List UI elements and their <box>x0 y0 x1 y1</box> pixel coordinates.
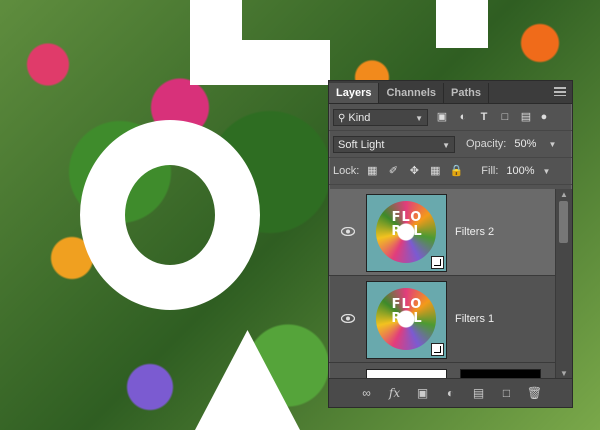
adjustment-icon[interactable]: ◐ <box>442 384 460 402</box>
image-filter-icon[interactable]: ▣ <box>435 110 449 124</box>
filter-toggle-icon[interactable]: ● <box>540 110 548 124</box>
chevron-down-icon: ▼ <box>548 139 557 149</box>
letter-a <box>195 330 300 430</box>
search-icon: ⚲ <box>338 112 346 124</box>
kind-dropdown[interactable]: ⚲ Kind ▼ <box>333 108 428 126</box>
letter-l-top <box>436 0 488 48</box>
panel-footer: ∞ fx ▣ ◐ ▤ □ 🗑 <box>329 378 572 407</box>
scroll-up-icon[interactable]: ▲ <box>556 190 572 199</box>
layer-thumbnail: FLO RAL <box>366 194 447 272</box>
layer-row[interactable]: FLO RAL Filters 1 <box>329 276 555 363</box>
adjustment-filter-icon[interactable]: ◐ <box>456 110 470 124</box>
lock-position-icon[interactable]: ✥ <box>407 164 421 178</box>
link-icon[interactable]: ∞ <box>358 384 376 402</box>
layer-name[interactable]: Filters 1 <box>455 313 494 325</box>
thumbnail-text: FLO RAL <box>391 210 423 239</box>
visibility-eye-icon[interactable] <box>341 227 355 236</box>
layer-name[interactable]: Filters 2 <box>455 226 494 238</box>
artboard-icon[interactable]: ▦ <box>428 164 442 178</box>
layers-panel: Layers Channels Paths ⚲ Kind ▼ ▣ ◐ T □ ▤… <box>328 80 573 408</box>
partial-layer-row[interactable] <box>329 364 555 379</box>
lock-paint-icon[interactable]: ✐ <box>386 164 400 178</box>
layers-scrollbar[interactable]: ▲ ▼ <box>555 189 572 379</box>
type-filter-icon[interactable]: T <box>477 110 491 124</box>
kind-label: Kind <box>348 111 371 124</box>
trash-icon[interactable]: 🗑 <box>526 384 544 402</box>
fill-value: 100% <box>506 164 535 177</box>
chevron-down-icon: ▼ <box>415 113 423 123</box>
panel-tabs: Layers Channels Paths <box>329 81 572 104</box>
filter-row: ⚲ Kind ▼ ▣ ◐ T □ ▤ ● <box>329 104 572 131</box>
blend-mode-value: Soft Light <box>338 138 385 151</box>
new-layer-icon[interactable]: □ <box>498 384 516 402</box>
lock-row: Lock: ▦ ✐ ✥ ▦ 🔒 Fill: 100% ▼ <box>329 158 572 185</box>
panel-menu-icon[interactable] <box>554 87 566 96</box>
layer-thumbnail: FLO RAL <box>366 281 447 359</box>
opacity-value: 50% <box>514 137 537 150</box>
thumbnail-text: FLO RAL <box>391 297 423 326</box>
lock-all-icon[interactable]: 🔒 <box>449 164 463 178</box>
smart-object-icon <box>431 343 444 356</box>
blend-mode-dropdown[interactable]: Soft Light ▼ <box>333 135 455 153</box>
tab-paths[interactable]: Paths <box>444 83 489 103</box>
smart-object-filter-icon[interactable]: ▤ <box>519 110 533 124</box>
layer-row[interactable]: FLO RAL Filters 2 <box>329 189 555 276</box>
shape-filter-icon[interactable]: □ <box>498 110 512 124</box>
fx-icon[interactable]: fx <box>386 384 404 402</box>
mask-icon[interactable]: ▣ <box>414 384 432 402</box>
folder-icon[interactable]: ▤ <box>470 384 488 402</box>
visibility-eye-icon[interactable] <box>341 314 355 323</box>
fill-label: Fill: <box>481 165 499 177</box>
scroll-down-icon[interactable]: ▼ <box>556 369 572 378</box>
letter-o <box>80 120 260 310</box>
chevron-down-icon: ▼ <box>542 166 551 176</box>
opacity-label: Opacity: <box>466 138 507 150</box>
fill-input[interactable]: 100% ▼ <box>502 163 554 180</box>
tab-channels[interactable]: Channels <box>379 83 444 103</box>
tab-layers[interactable]: Layers <box>329 83 380 103</box>
layer-list: FLO RAL Filters 2 FLO RAL Filters 1 <box>329 189 555 379</box>
lock-transparent-icon[interactable]: ▦ <box>365 164 379 178</box>
opacity-input[interactable]: 50% ▼ <box>510 136 560 153</box>
scrollbar-thumb[interactable] <box>559 201 568 243</box>
smart-object-icon <box>431 256 444 269</box>
blend-row: Soft Light ▼ Opacity: 50% ▼ <box>329 131 572 158</box>
lock-label: Lock: <box>333 165 360 177</box>
letter-f-bar <box>190 40 330 85</box>
chevron-down-icon: ▼ <box>442 140 450 150</box>
